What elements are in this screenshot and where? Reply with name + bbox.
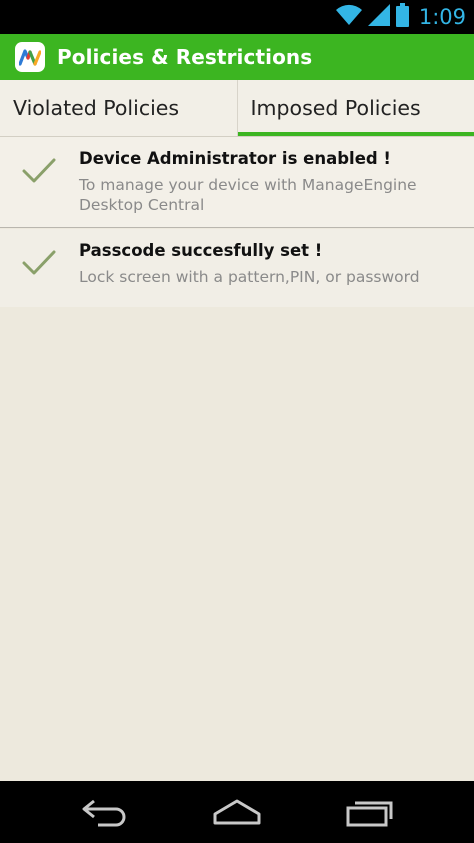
manageengine-logo-icon[interactable]: [15, 42, 45, 72]
tab-label: Violated Policies: [13, 96, 180, 120]
tab-selected-indicator: [237, 132, 474, 136]
policy-description: Lock screen with a pattern,PIN, or passw…: [79, 268, 420, 286]
tab-imposed-policies[interactable]: Imposed Policies: [237, 80, 474, 136]
check-icon: [22, 249, 56, 281]
nav-bar: [0, 781, 474, 843]
status-bar: 1:09: [0, 0, 474, 34]
signal-icon: [367, 4, 390, 30]
check-icon: [22, 157, 56, 189]
action-bar: Policies & Restrictions: [0, 34, 474, 80]
policy-title: Device Administrator is enabled !: [79, 149, 391, 168]
page-title: Policies & Restrictions: [57, 45, 313, 69]
policy-list: Device Administrator is enabled ! To man…: [0, 137, 474, 228]
battery-icon: [395, 3, 409, 31]
policy-title: Passcode succesfully set !: [79, 241, 323, 260]
tab-violated-policies[interactable]: Violated Policies: [0, 80, 238, 136]
status-icons: 1:09: [335, 0, 466, 34]
back-icon[interactable]: [80, 797, 130, 831]
screen: 1:09 Policies & Restrictions Violated Po…: [0, 0, 474, 843]
recents-icon[interactable]: [345, 797, 395, 831]
home-icon[interactable]: [211, 797, 263, 831]
status-time: 1:09: [418, 5, 466, 29]
list-item[interactable]: Passcode succesfully set ! Lock screen w…: [0, 229, 474, 307]
policy-description: To manage your device with ManageEngine …: [79, 176, 417, 214]
wifi-icon: [335, 4, 362, 30]
tab-bar: Violated Policies Imposed Policies: [0, 80, 474, 137]
tab-label: Imposed Policies: [250, 96, 421, 120]
list-item[interactable]: Device Administrator is enabled ! To man…: [0, 137, 474, 228]
